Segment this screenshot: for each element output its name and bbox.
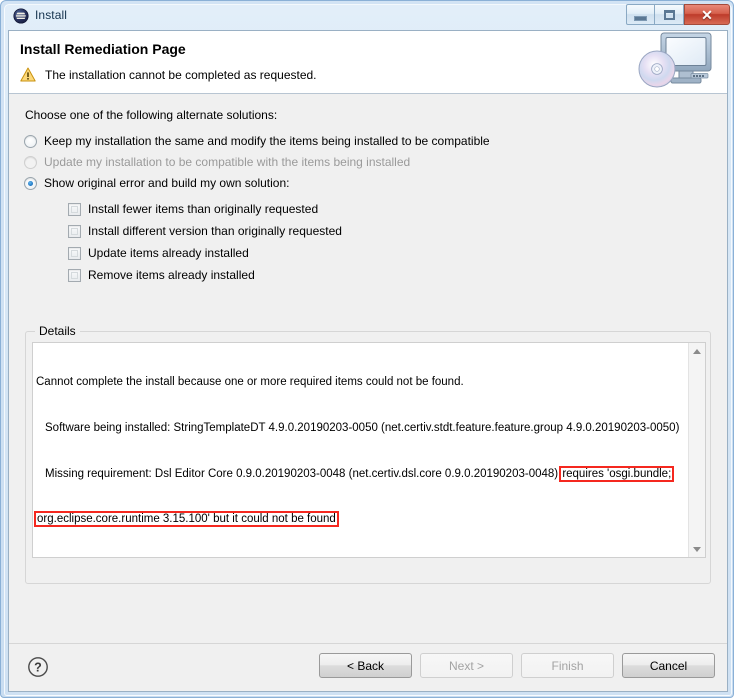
details-vertical-scrollbar[interactable] <box>688 343 705 557</box>
highlight-box: org.eclipse.core.runtime 3.15.100' but i… <box>34 511 339 528</box>
radio-update-installation: Update my installation to be compatible … <box>24 155 410 169</box>
radio-show-original-error[interactable]: Show original error and build my own sol… <box>24 176 289 190</box>
back-button[interactable]: < Back <box>319 653 412 678</box>
warning-icon <box>20 67 36 82</box>
close-icon: ✕ <box>701 6 713 23</box>
maximize-icon <box>663 9 675 20</box>
detail-line: Cannot complete the install because one … <box>36 376 464 389</box>
help-icon[interactable]: ? <box>27 656 49 678</box>
radio-icon <box>24 176 37 190</box>
radio-icon <box>24 155 37 169</box>
radio-label: Show original error and build my own sol… <box>44 176 290 190</box>
window-controls: ✕ <box>626 4 730 25</box>
wizard-body: Choose one of the following alternate so… <box>9 94 727 654</box>
title-bar[interactable]: Install ✕ <box>1 1 734 31</box>
radio-keep-installation[interactable]: Keep my installation the same and modify… <box>24 134 490 148</box>
header-message-row: The installation cannot be completed as … <box>20 67 317 82</box>
highlight-box: requires 'osgi.bundle; <box>559 465 675 482</box>
wizard-buttons: < Back Next > Finish Cancel <box>319 653 715 678</box>
maximize-button[interactable] <box>655 4 684 25</box>
cancel-button[interactable]: Cancel <box>622 653 715 678</box>
finish-button: Finish <box>521 653 614 678</box>
details-group-label: Details <box>35 324 80 338</box>
detail-line: Missing requirement: Dsl Editor Core 0.9… <box>45 465 675 482</box>
scroll-up-icon[interactable] <box>689 343 705 359</box>
minimize-button[interactable] <box>626 4 655 25</box>
details-text-area[interactable]: Cannot complete the install because one … <box>32 342 706 558</box>
checkbox-label: Install fewer items than originally requ… <box>88 202 319 216</box>
header-message: The installation cannot be completed as … <box>45 67 317 82</box>
details-group: Details Cannot complete the install beca… <box>25 324 711 584</box>
install-disc-monitor-icon <box>635 31 721 93</box>
window-title: Install <box>35 8 68 22</box>
checkbox-label: Install different version than originall… <box>88 224 342 238</box>
eclipse-icon <box>13 8 29 24</box>
instruction-text: Choose one of the following alternate so… <box>25 108 278 122</box>
checkbox-icon <box>68 224 81 238</box>
wizard-header: Install Remediation Page The installatio… <box>9 31 727 94</box>
close-button[interactable]: ✕ <box>684 4 730 25</box>
svg-text:?: ? <box>34 661 42 675</box>
checkbox-update-items-installed[interactable]: Update items already installed <box>68 246 249 260</box>
checkbox-install-fewer-items[interactable]: Install fewer items than originally requ… <box>68 202 318 216</box>
checkbox-install-different-version[interactable]: Install different version than originall… <box>68 224 342 238</box>
detail-line: org.eclipse.core.runtime 3.15.100' but i… <box>34 511 688 528</box>
page-title: Install Remediation Page <box>20 41 186 57</box>
checkbox-label: Update items already installed <box>88 246 249 260</box>
dialog-button-bar: ? < Back Next > Finish Cancel <box>9 643 727 691</box>
next-button: Next > <box>420 653 513 678</box>
checkbox-icon <box>68 246 81 260</box>
checkbox-label: Remove items already installed <box>88 268 255 282</box>
radio-label: Update my installation to be compatible … <box>44 155 411 169</box>
scroll-down-icon[interactable] <box>689 541 705 557</box>
checkbox-icon <box>68 268 81 282</box>
radio-label: Keep my installation the same and modify… <box>44 134 490 148</box>
checkbox-remove-items-installed[interactable]: Remove items already installed <box>68 268 255 282</box>
details-content: Cannot complete the install because one … <box>34 345 688 557</box>
minimize-icon <box>634 15 647 21</box>
radio-icon <box>24 134 37 148</box>
dialog-client-area: Install Remediation Page The installatio… <box>8 30 728 692</box>
checkbox-icon <box>68 202 81 216</box>
install-dialog-window: Install ✕ Install Remediation Page The i… <box>0 0 734 698</box>
detail-line: Software being installed: StringTemplate… <box>45 422 680 434</box>
